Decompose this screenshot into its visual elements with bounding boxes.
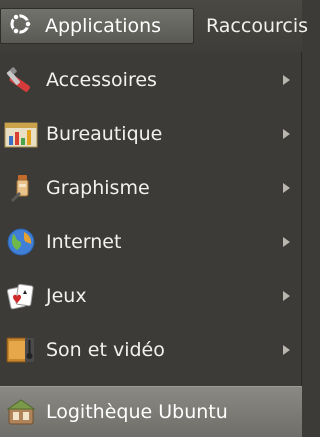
menu-item-label: Graphisme <box>46 177 150 199</box>
submenu-arrow-icon <box>283 129 290 139</box>
submenu-arrow-icon <box>283 291 290 301</box>
submenu-arrow-icon <box>283 75 290 85</box>
menu-item-label: Jeux <box>46 285 87 307</box>
graphics-icon <box>3 170 39 206</box>
raccourcis-label: Raccourcis <box>206 15 309 37</box>
accessories-icon <box>3 62 39 98</box>
applications-menu-button[interactable]: Applications <box>0 8 194 44</box>
menu-item-accessoires[interactable]: Accessoires <box>0 53 302 107</box>
submenu-arrow-icon <box>283 345 290 355</box>
office-icon <box>3 116 39 152</box>
applications-dropdown-menu: Accessoires Bureautique Graphisme Intern… <box>0 52 302 437</box>
submenu-arrow-icon <box>283 237 290 247</box>
menu-item-label: Son et vidéo <box>46 339 165 361</box>
menu-item-graphisme[interactable]: Graphisme <box>0 161 302 215</box>
menu-item-logitheque-ubuntu[interactable]: Logithèque Ubuntu <box>0 386 302 437</box>
menu-item-son-et-video[interactable]: Son et vidéo <box>0 323 302 377</box>
menu-item-label: Accessoires <box>46 69 157 91</box>
internet-icon <box>3 224 39 260</box>
games-icon <box>3 278 39 314</box>
menu-item-internet[interactable]: Internet <box>0 215 302 269</box>
menu-item-label: Logithèque Ubuntu <box>46 401 228 423</box>
ubuntu-logo-icon <box>7 11 33 42</box>
menu-item-jeux[interactable]: Jeux <box>0 269 302 323</box>
raccourcis-menu-button[interactable]: Raccourcis <box>198 8 308 44</box>
menu-item-label: Internet <box>46 231 122 253</box>
applications-label: Applications <box>45 15 162 37</box>
menu-item-label: Bureautique <box>46 123 163 145</box>
top-panel: Applications Raccourcis <box>0 0 308 53</box>
software-center-icon <box>3 394 39 430</box>
submenu-arrow-icon <box>283 183 290 193</box>
menu-item-bureautique[interactable]: Bureautique <box>0 107 302 161</box>
multimedia-icon <box>3 332 39 368</box>
